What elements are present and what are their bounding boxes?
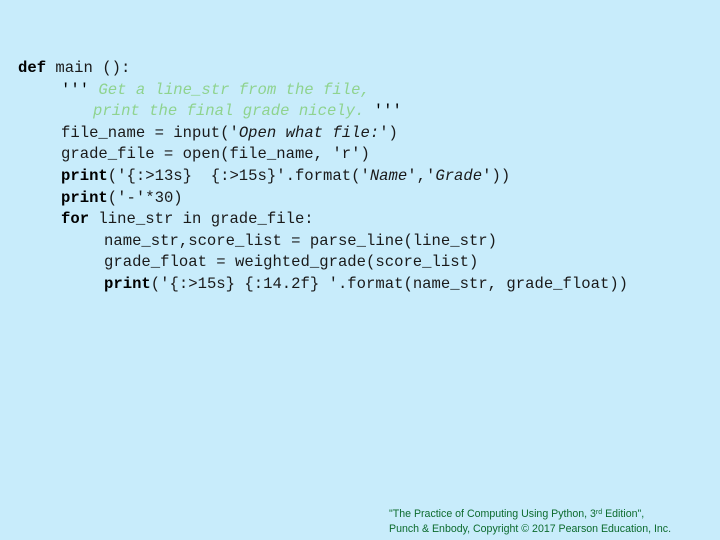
code-text: ('-'*30) [107, 188, 183, 207]
code-text: name_str,score_list = parse_line(line_st… [104, 231, 498, 250]
docstring-text: print the final grade nicely. [93, 102, 365, 121]
code-text: grade_float = weighted_grade(score_list) [104, 253, 479, 272]
code-line-2: ''' Get a line_str from the file, [18, 80, 628, 102]
docstring-open-quotes: ''' [61, 80, 90, 99]
keyword-def: def [18, 59, 47, 77]
footer-text: "The Practice of Computing Using Python,… [389, 508, 596, 520]
code-text: ('{:>13s} {:>15s}'.format(' [107, 166, 370, 185]
code-line-8: for line_str in grade_file: [18, 209, 628, 231]
string-literal: Open what file: [238, 123, 380, 142]
docstring-close-quotes: ''' [364, 102, 402, 121]
keyword-for: for [61, 210, 90, 229]
keyword-print: print [61, 188, 108, 207]
code-line-6: print('{:>13s} {:>15s}'.format('Name','G… [18, 166, 628, 188]
footer-line-1: "The Practice of Computing Using Python,… [389, 507, 671, 522]
code-line-5: grade_file = open(file_name, 'r') [18, 144, 628, 166]
footer-line-2: Punch & Enbody, Copyright © 2017 Pearson… [389, 523, 672, 535]
code-text: file_name = input(' [61, 123, 239, 142]
code-line-7: print('-'*30) [18, 188, 628, 210]
code-line-10: grade_float = weighted_grade(score_list) [18, 252, 628, 274]
code-text: ',' [407, 166, 436, 185]
code-text: ('{:>15s} {:14.2f} '.format(name_str, gr… [150, 274, 629, 293]
string-literal: Grade [435, 166, 483, 185]
keyword-print: print [104, 274, 151, 293]
string-literal: Name [369, 166, 408, 185]
copyright-footer: "The Practice of Computing Using Python,… [389, 507, 671, 537]
footer-text: Edition", [602, 508, 645, 520]
code-text: grade_file = open(file_name, 'r') [61, 145, 370, 164]
code-line-4: file_name = input('Open what file:') [18, 123, 628, 145]
code-block: def main (): ''' Get a line_str from the… [18, 58, 628, 296]
code-line-9: name_str,score_list = parse_line(line_st… [18, 231, 628, 253]
code-line-1: def main (): [18, 58, 628, 80]
keyword-print: print [61, 166, 108, 185]
docstring-text: Get a line_str from the file, [89, 80, 370, 99]
code-line-11: print('{:>15s} {:14.2f} '.format(name_st… [18, 274, 628, 296]
code-text: line_str in grade_file: [89, 210, 314, 229]
code-line-3: print the final grade nicely. ''' [18, 101, 628, 123]
code-text: ') [379, 123, 398, 142]
code-text: ')) [482, 166, 511, 185]
code-text: main (): [46, 59, 131, 77]
